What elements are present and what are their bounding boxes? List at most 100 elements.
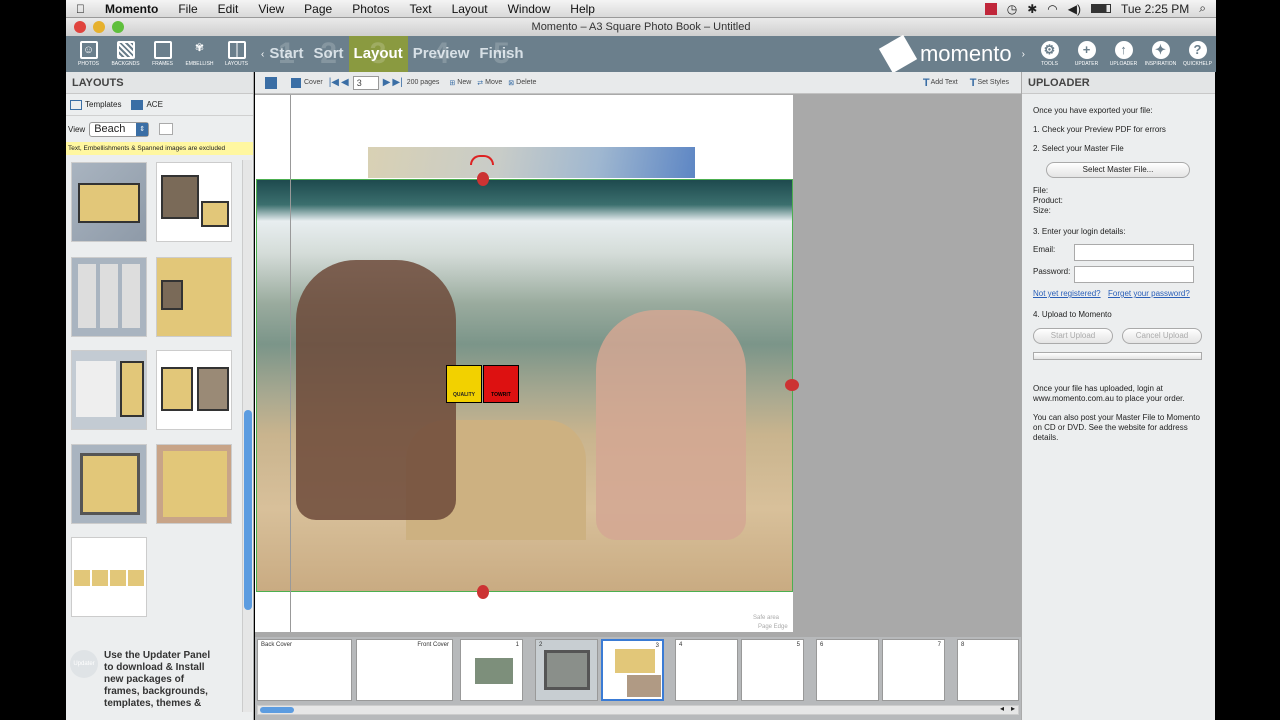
step-layout[interactable]: 3 Layout (348, 36, 408, 72)
bluetooth-icon[interactable]: ✱ (1027, 2, 1037, 16)
layout-thumbnail[interactable] (71, 257, 147, 337)
step-finish[interactable]: 5 Finish (474, 36, 528, 72)
filmstrip-page[interactable]: 1 (460, 639, 523, 701)
scrollbar-thumb[interactable] (244, 410, 252, 610)
last-page-icon[interactable]: ▶| (392, 77, 402, 88)
step-sort[interactable]: 2 Sort (309, 36, 349, 72)
battery-icon[interactable] (1091, 4, 1111, 13)
filmstrip-page[interactable]: Front Cover (356, 639, 453, 701)
delete-page-button[interactable]: Delete (516, 79, 536, 86)
menu-help[interactable]: Help (560, 2, 605, 16)
menu-file[interactable]: File (168, 2, 207, 16)
delete-page-icon[interactable]: ⊠ (508, 79, 514, 87)
filmstrip-page[interactable]: 4 (675, 639, 738, 701)
scrollbar[interactable] (242, 160, 252, 712)
save-icon[interactable] (265, 76, 277, 89)
layout-thumbnail[interactable] (156, 444, 232, 524)
menu-edit[interactable]: Edit (208, 2, 249, 16)
filmstrip-page[interactable]: Back Cover (257, 639, 352, 701)
cancel-upload-button[interactable]: Cancel Upload (1122, 328, 1202, 344)
email-field[interactable] (1074, 244, 1194, 261)
apple-menu-icon[interactable]:  (66, 2, 95, 16)
add-text-icon[interactable]: T (923, 77, 930, 89)
first-page-icon[interactable]: |◀ (329, 77, 339, 88)
layout-thumbnail[interactable] (71, 444, 147, 524)
next-page-icon[interactable]: ▶ (383, 77, 391, 88)
filmstrip-page[interactable]: 6 (816, 639, 879, 701)
layout-thumbnail[interactable] (71, 537, 147, 617)
tab-ace[interactable]: ACE (146, 100, 162, 109)
filmstrip-scrollbar-thumb[interactable] (260, 707, 294, 713)
layout-thumbnail[interactable] (71, 350, 147, 430)
start-upload-button[interactable]: Start Upload (1033, 328, 1113, 344)
cover-button[interactable]: Cover (304, 79, 323, 86)
menu-window[interactable]: Window (498, 2, 561, 16)
zoom-window-icon[interactable] (112, 21, 124, 33)
prev-page-icon[interactable]: ◀ (341, 77, 349, 88)
layouts-tool[interactable]: LAYOUTS (218, 41, 255, 67)
app-menu[interactable]: Momento (95, 2, 168, 16)
inspiration-button[interactable]: ✦ INSPIRATION (1142, 41, 1179, 67)
clock[interactable]: Tue 2:25 PM (1121, 2, 1189, 16)
momento-logo-icon (878, 34, 918, 74)
minimize-window-icon[interactable] (93, 21, 105, 33)
menu-page[interactable]: Page (294, 2, 342, 16)
backgrounds-tool[interactable]: BACKGNDS (107, 41, 144, 67)
safe-area-guide (290, 95, 291, 632)
layout-thumbnail[interactable] (156, 350, 232, 430)
resize-handle-bottom-icon[interactable] (477, 585, 489, 599)
menu-text[interactable]: Text (400, 2, 442, 16)
menu-layout[interactable]: Layout (442, 2, 498, 16)
filmstrip-page-current[interactable]: 3 (601, 639, 664, 701)
new-page-icon[interactable]: ⊞ (449, 79, 455, 87)
uploader-button[interactable]: ↑ UPLOADER (1105, 41, 1142, 67)
rotate-handle-icon[interactable] (470, 155, 494, 165)
frames-tool[interactable]: FRAMES (144, 41, 181, 67)
not-registered-link[interactable]: Not yet registered? (1033, 289, 1101, 298)
step-preview[interactable]: 4 Preview (408, 36, 475, 72)
new-page-button[interactable]: New (457, 79, 471, 86)
filmstrip-page[interactable]: 7 (882, 639, 945, 701)
layout-thumbnail[interactable] (156, 257, 232, 337)
resize-handle-top-icon[interactable] (477, 172, 489, 186)
page-number-input[interactable]: 3 (352, 75, 379, 90)
add-text-button[interactable]: Add Text (931, 79, 958, 86)
tools-button[interactable]: ⚙ TOOLS (1031, 41, 1068, 67)
filmstrip-page[interactable]: 5 (741, 639, 804, 701)
layout-thumbnail[interactable] (71, 162, 147, 242)
view-select[interactable]: Beach ⇕ (89, 121, 150, 137)
password-field[interactable] (1074, 266, 1194, 283)
time-machine-icon[interactable]: ◷ (1007, 2, 1017, 16)
quickhelp-button[interactable]: ? QUICKHELP (1179, 41, 1216, 67)
photos-tool[interactable]: ☺ PHOTOS (70, 41, 107, 67)
embellish-tool[interactable]: ✾ EMBELLISH (181, 41, 218, 67)
scroll-right-arrow-icon[interactable]: ▸ (1011, 704, 1015, 713)
scroll-left-arrow-icon[interactable]: ◂ (1000, 704, 1004, 713)
move-page-button[interactable]: Move (485, 79, 502, 86)
select-master-file-button[interactable]: Select Master File... (1046, 162, 1190, 178)
menu-photos[interactable]: Photos (342, 2, 399, 16)
volume-icon[interactable]: ◀) (1068, 2, 1081, 16)
filmstrip-page[interactable]: 8 (957, 639, 1019, 701)
filmstrip-page[interactable]: 2 (535, 639, 598, 701)
move-page-icon[interactable]: ⇄ (477, 79, 483, 87)
step-start[interactable]: 1 Start (264, 36, 308, 72)
record-icon[interactable] (984, 2, 997, 15)
tab-templates[interactable]: Templates (85, 100, 121, 109)
set-styles-button[interactable]: Set Styles (977, 79, 1009, 86)
chevron-right-icon: › (1021, 48, 1025, 60)
close-window-icon[interactable] (74, 21, 86, 33)
updater-button[interactable]: + UPDATER (1068, 41, 1105, 67)
set-styles-icon[interactable]: T (970, 77, 977, 89)
page-count: 200 pages (406, 79, 440, 86)
resize-handle-right-icon[interactable] (785, 379, 799, 391)
forgot-password-link[interactable]: Forget your password? (1108, 289, 1190, 298)
wifi-icon[interactable]: ◠ (1047, 2, 1057, 16)
menu-view[interactable]: View (248, 2, 294, 16)
layouts-panel: LAYOUTS Templates ACE View Beach ⇕ Text, … (66, 72, 254, 720)
spotlight-icon[interactable]: ⌕ (1199, 1, 1206, 16)
top-photo-strip[interactable] (368, 147, 695, 178)
view-checkbox[interactable] (159, 123, 174, 135)
filmstrip-scrollbar[interactable]: ◂ ▸ (257, 704, 1019, 715)
layout-thumbnail[interactable] (156, 162, 232, 242)
